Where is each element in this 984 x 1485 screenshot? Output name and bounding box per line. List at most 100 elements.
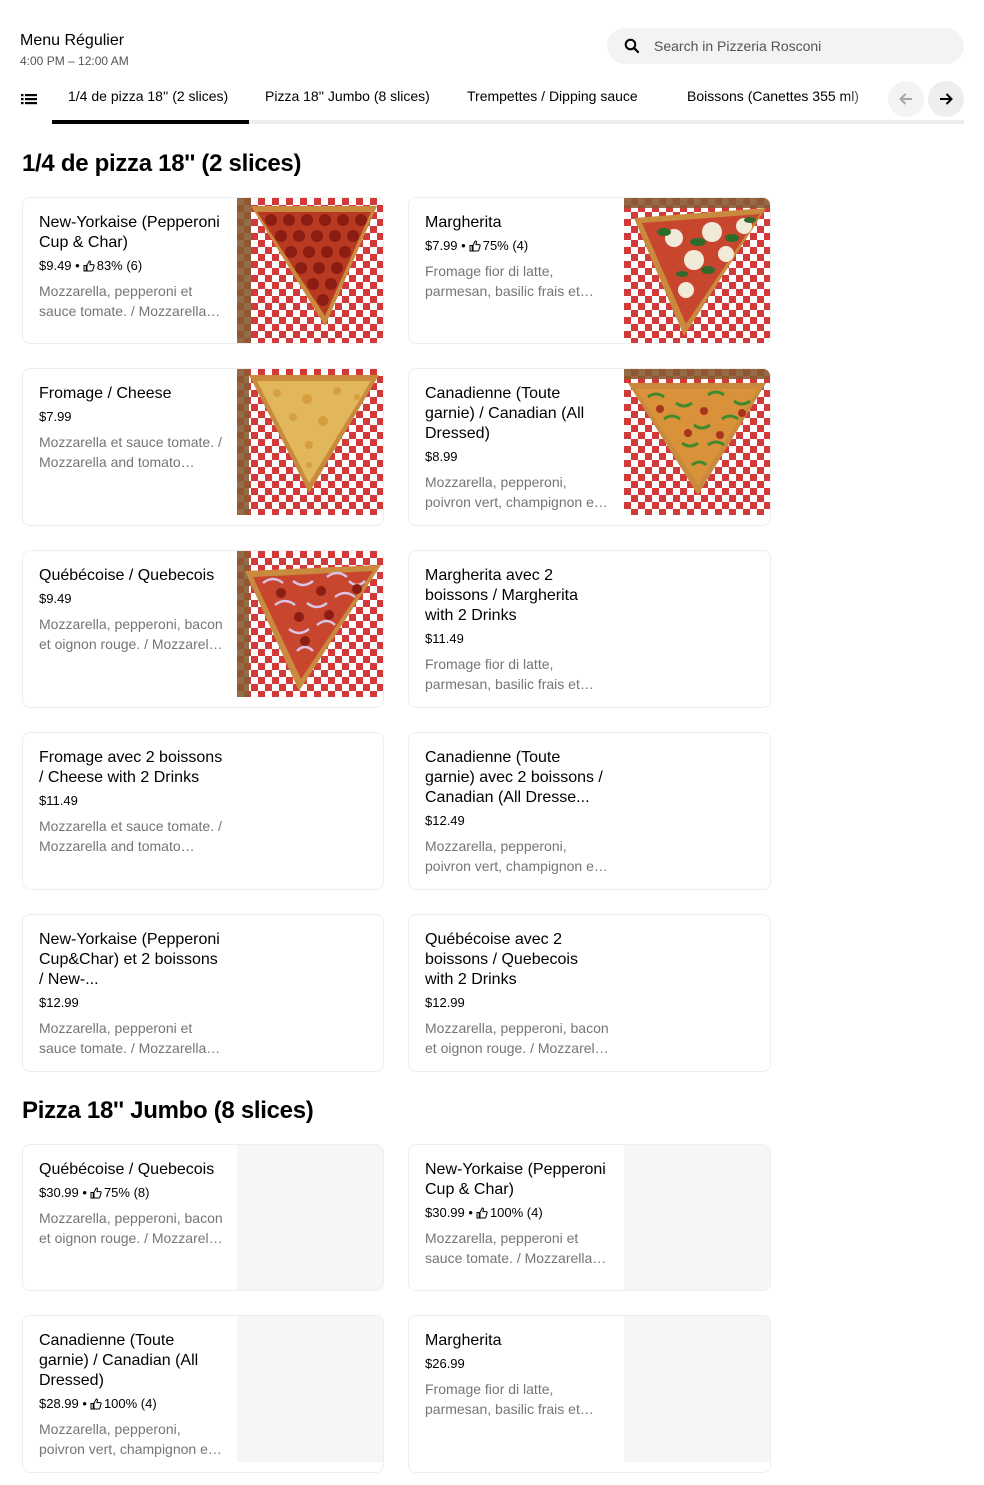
tab-dipping-sauce[interactable]: Trempettes / Dipping sauce [467, 88, 638, 104]
margherita-slice-photo [624, 198, 770, 343]
tabs-scroller: 1/4 de pizza 18'' (2 slices) Pizza 18'' … [52, 78, 882, 122]
item-meta: $11.49 [39, 793, 224, 809]
menu-title[interactable]: Menu Régulier [20, 32, 124, 50]
item-name: New-Yorkaise (Pepperoni Cup & Char) [39, 214, 220, 251]
item-meta: $28.99 • 100% (4) [39, 1396, 157, 1411]
item-name: Fromage / Cheese [39, 385, 172, 402]
item-price: $7.99 [39, 409, 72, 424]
item-name: Canadienne (Toute garnie) / Canadian (Al… [425, 385, 585, 442]
tabs-prev-button[interactable] [888, 81, 924, 117]
quebecois-slice-photo [237, 551, 383, 697]
store-header: Menu Régulier 4:00 PM – 12:00 AM [0, 0, 984, 80]
item-description: Mozzarella, pepperoni et sauce tomate. /… [39, 1020, 211, 1056]
item-description: Mozzarella, pepperoni, poivron vert, cha… [425, 474, 598, 510]
menu-item-card[interactable]: Québécoise avec 2 boissons / Quebecois w… [408, 914, 771, 1072]
menu-item-card[interactable]: Margherita avec 2 boissons / Margherita … [408, 550, 771, 708]
menu-item-card[interactable]: Canadienne (Toute garnie) avec 2 boisson… [408, 732, 771, 890]
menu-hours: 4:00 PM – 12:00 AM [20, 54, 129, 68]
item-meta: $7.99 • 75% (4) [425, 238, 529, 253]
canadian-slice-photo [624, 369, 770, 515]
arrow-right-icon [938, 91, 954, 107]
item-photo-placeholder [624, 1316, 770, 1462]
item-meta: $7.99 [39, 409, 224, 425]
item-price: $12.49 [425, 813, 465, 828]
menu-item-card[interactable]: Fromage / Cheese $7.99 Mozzarella et sau… [22, 368, 384, 526]
item-price: $30.99 [39, 1185, 79, 1200]
item-name: Margherita [425, 1332, 502, 1349]
tab-quarter-pizza[interactable]: 1/4 de pizza 18'' (2 slices) [68, 88, 228, 104]
menu-item-card[interactable]: New-Yorkaise (Pepperoni Cup & Char) $9.4… [22, 197, 384, 344]
item-name: Margherita [425, 214, 502, 231]
tabs-fade [842, 78, 886, 118]
item-meta: $30.99 • 75% (8) [39, 1185, 150, 1200]
menu-item-card[interactable]: Margherita $7.99 • 75% (4) Fromage fior d… [408, 197, 771, 344]
section-title-quarter-pizza: 1/4 de pizza 18'' (2 slices) [22, 150, 302, 177]
thumbs-up-icon [469, 240, 481, 252]
pepperoni-slice-photo [237, 198, 383, 343]
thumbs-up-icon [83, 260, 95, 272]
item-rating: 75% (4) [482, 238, 529, 253]
item-meta: $8.99 [425, 449, 610, 465]
tab-jumbo-pizza[interactable]: Pizza 18'' Jumbo (8 slices) [265, 88, 430, 104]
menu-item-card[interactable]: Québécoise / Quebecois $30.99 • 75% (8) M… [22, 1144, 384, 1291]
item-name: Québécoise avec 2 boissons / Quebecois w… [425, 931, 578, 988]
item-name: Québécoise / Quebecois [39, 1161, 215, 1178]
item-description: Mozzarella et sauce tomate. / Mozzarella… [39, 434, 222, 470]
item-description: Mozzarella, pepperoni, poivron vert, cha… [39, 1421, 212, 1457]
cheese-slice-photo [237, 369, 383, 515]
menu-item-card[interactable]: Québécoise / Quebecois $9.49 Mozzarella,… [22, 550, 384, 708]
search-icon [624, 38, 640, 54]
menu-item-card[interactable]: Canadienne (Toute garnie) / Canadian (Al… [408, 368, 771, 526]
item-description: Fromage fior di latte, parmesan, basilic… [425, 263, 580, 299]
item-name: Canadienne (Toute garnie) avec 2 boisson… [425, 749, 603, 806]
category-tab-bar: 1/4 de pizza 18'' (2 slices) Pizza 18'' … [0, 78, 984, 126]
item-meta: $9.49 [39, 591, 224, 607]
item-description: Fromage fior di latte, parmesan, basilic… [425, 656, 580, 692]
item-description: Fromage fior di latte, parmesan, basilic… [425, 1381, 580, 1417]
item-meta: $12.49 [425, 813, 610, 829]
item-meta: $11.49 [425, 631, 610, 647]
item-name: Fromage avec 2 boissons / Cheese with 2 … [39, 749, 223, 786]
item-description: Mozzarella, pepperoni, bacon et oignon r… [39, 616, 224, 652]
item-meta: $12.99 [39, 995, 224, 1011]
thumbs-up-icon [90, 1398, 102, 1410]
item-photo-placeholder [237, 1145, 383, 1290]
item-price: $9.49 [39, 591, 72, 606]
item-photo-placeholder [624, 1145, 770, 1290]
item-price: $11.49 [39, 793, 78, 808]
menu-item-card[interactable]: New-Yorkaise (Pepperoni Cup&Char) et 2 b… [22, 914, 384, 1072]
item-price: $12.99 [39, 995, 79, 1010]
item-photo-placeholder [237, 1316, 383, 1462]
search-bar[interactable] [607, 28, 964, 64]
search-input[interactable] [654, 38, 944, 54]
thumbs-up-icon [476, 1207, 488, 1219]
item-meta: $9.49 • 83% (6) [39, 258, 143, 273]
item-price: $8.99 [425, 449, 458, 464]
menu-item-card[interactable]: Canadienne (Toute garnie) / Canadian (Al… [22, 1315, 384, 1473]
item-price: $30.99 [425, 1205, 465, 1220]
section-title-jumbo-pizza: Pizza 18'' Jumbo (8 slices) [22, 1097, 314, 1124]
item-price: $11.49 [425, 631, 464, 646]
category-list-icon[interactable] [20, 91, 38, 107]
item-price: $26.99 [425, 1356, 465, 1371]
item-name: Québécoise / Quebecois [39, 567, 215, 584]
menu-item-card[interactable]: New-Yorkaise (Pepperoni Cup & Char) $30.… [408, 1144, 771, 1291]
item-description: Mozzarella et sauce tomate. / Mozzarella… [39, 818, 222, 854]
menu-item-card[interactable]: Margherita $26.99 Fromage fior di latte,… [408, 1315, 771, 1473]
tab-drinks[interactable]: Boissons (Canettes 355 ml) [687, 88, 859, 104]
item-name: Canadienne (Toute garnie) / Canadian (Al… [39, 1332, 199, 1389]
menu-item-card[interactable]: Fromage avec 2 boissons / Cheese with 2 … [22, 732, 384, 890]
item-meta: $12.99 [425, 995, 610, 1011]
item-name: New-Yorkaise (Pepperoni Cup & Char) [425, 1161, 606, 1198]
item-price: $28.99 [39, 1396, 79, 1411]
tabs-next-button[interactable] [928, 81, 964, 117]
item-name: Margherita avec 2 boissons / Margherita … [425, 567, 578, 624]
item-rating: 75% (8) [103, 1185, 150, 1200]
item-price: $9.49 [39, 258, 72, 273]
item-description: Mozzarella, pepperoni et sauce tomate. /… [39, 283, 211, 319]
item-price: $12.99 [425, 995, 465, 1010]
item-price: $7.99 [425, 238, 458, 253]
thumbs-up-icon [90, 1187, 102, 1199]
item-description: Mozzarella, pepperoni, poivron vert, cha… [425, 838, 598, 874]
item-description: Mozzarella, pepperoni et sauce tomate. /… [425, 1230, 597, 1266]
